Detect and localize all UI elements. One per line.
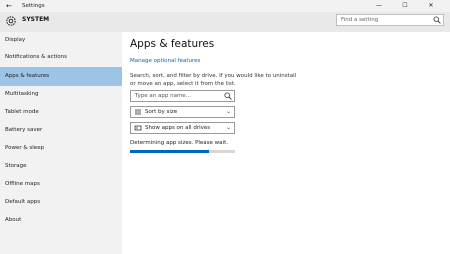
drive-icon [134,125,142,131]
sidebar-item-notifications[interactable]: Notifications & actions [0,49,122,65]
sidebar-item-offline-maps[interactable]: Offline maps [0,176,122,192]
status-text: Determining app sizes. Please wait. [130,140,228,146]
search-icon[interactable] [433,16,441,24]
close-button[interactable]: ✕ [420,0,442,12]
page-title: SYSTEM [22,16,50,23]
settings-search-input[interactable]: Find a setting [336,14,444,26]
sidebar: Display Notifications & actions Apps & f… [0,32,122,254]
sidebar-item-storage[interactable]: Storage [0,158,122,174]
sidebar-item-tablet-mode[interactable]: Tablet mode [0,104,122,120]
minimize-button[interactable]: — [368,0,390,12]
sidebar-item-default-apps[interactable]: Default apps [0,194,122,210]
search-placeholder: Find a setting [341,17,379,23]
sidebar-item-battery-saver[interactable]: Battery saver [0,122,122,138]
chevron-down-icon: ⌄ [225,108,231,115]
sidebar-item-apps-features[interactable]: Apps & features [0,67,122,86]
progress-fill [130,150,209,153]
app-search-input[interactable]: Type an app name... [130,90,235,102]
title-bar: ← Settings — ☐ ✕ [0,0,450,12]
back-button[interactable]: ← [6,0,12,12]
progress-bar [130,150,235,153]
sort-dropdown[interactable]: Sort by size ⌄ [130,106,235,118]
sort-icon [135,109,141,115]
sidebar-item-multitasking[interactable]: Multitasking [0,86,122,102]
search-icon[interactable] [224,92,232,100]
sidebar-item-display[interactable]: Display [0,32,122,48]
sort-value: Sort by size [145,109,178,115]
gear-icon [6,16,16,26]
main-content: Apps & features Manage optional features… [122,32,450,254]
sidebar-item-about[interactable]: About [0,212,122,228]
section-title: Apps & features [130,38,215,50]
manage-optional-features-link[interactable]: Manage optional features [130,57,200,65]
section-description: Search, sort, and filter by drive. If yo… [130,73,297,87]
drive-filter-value: Show apps on all drives [145,125,211,131]
maximize-button[interactable]: ☐ [394,0,416,12]
sidebar-item-power-sleep[interactable]: Power & sleep [0,140,122,156]
chevron-down-icon: ⌄ [225,124,231,131]
app-search-placeholder: Type an app name... [135,93,191,99]
window-title: Settings [22,3,45,9]
drive-filter-dropdown[interactable]: Show apps on all drives ⌄ [130,122,235,134]
